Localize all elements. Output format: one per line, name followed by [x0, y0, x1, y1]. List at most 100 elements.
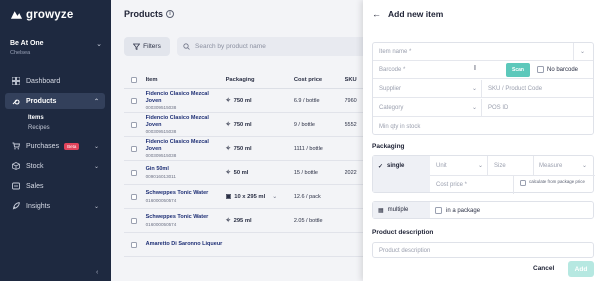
- sku-cell: 7960: [344, 97, 357, 104]
- packaging-multiple-option[interactable]: ▦ multiple in a package: [372, 201, 594, 219]
- cancel-button[interactable]: Cancel: [533, 265, 554, 272]
- cart-icon: [11, 142, 20, 151]
- sku-field[interactable]: SKU / Product Code: [488, 80, 542, 98]
- product-description-field[interactable]: Product description: [372, 242, 594, 258]
- checkbox[interactable]: [435, 207, 442, 214]
- multiple-radio[interactable]: ▦ multiple: [373, 202, 430, 218]
- table-row[interactable]: Fidencio Clasico Mezcal Joven 00030951503…: [124, 113, 364, 137]
- cost-price-cell: 15 / bottle: [293, 169, 318, 176]
- item-name-link[interactable]: Schweppes Tonic Water: [146, 214, 226, 221]
- sidebar-item-purchases[interactable]: Purchases Beta ⌄: [5, 138, 105, 154]
- chevron-down-icon: ⌄: [472, 86, 478, 92]
- sidebar-subitem-items[interactable]: Items: [5, 113, 105, 123]
- no-barcode-checkbox[interactable]: No barcode: [537, 66, 578, 73]
- item-barcode: 000309515038: [145, 105, 177, 110]
- item-name-field[interactable]: Item name * ⌄: [373, 43, 593, 61]
- checkbox[interactable]: [520, 180, 526, 186]
- row-checkbox[interactable]: [131, 145, 137, 152]
- unit-select[interactable]: Unit: [436, 156, 447, 175]
- bottle-icon: ✧: [225, 170, 231, 176]
- row-checkbox[interactable]: [131, 97, 137, 104]
- table-row[interactable]: Schweppes Tonic Water 016000050574 ✧ 295 ml…: [124, 209, 364, 233]
- measure-select[interactable]: Measure: [539, 156, 562, 175]
- drawer-title: Add new item: [388, 9, 444, 19]
- store-selector[interactable]: Be At One Chelsea ⌄: [10, 40, 102, 56]
- chevron-up-icon: ⌃: [93, 98, 99, 105]
- barcode-field[interactable]: Barcode *: [373, 67, 405, 73]
- cost-price-field[interactable]: Cost price *: [436, 175, 467, 194]
- single-radio[interactable]: ✓ single: [373, 156, 430, 192]
- checkbox[interactable]: [537, 66, 544, 73]
- table-row[interactable]: Amaretto Di Saronno Liqueur: [124, 233, 364, 257]
- table-row[interactable]: Fidencio Clasico Mezcal Joven 00030951503…: [124, 89, 364, 113]
- add-button[interactable]: Add: [568, 261, 594, 277]
- supplier-field[interactable]: Supplier: [373, 86, 401, 92]
- scan-button[interactable]: Scan: [506, 63, 530, 77]
- size-field[interactable]: Size: [494, 156, 506, 175]
- category-field[interactable]: Category: [373, 105, 403, 111]
- column-header-packaging[interactable]: Packaging: [226, 77, 294, 83]
- sidebar-item-insights[interactable]: Insights ⌄: [5, 198, 105, 214]
- brand[interactable]: growyze: [10, 9, 73, 21]
- sidebar-item-label: Products: [26, 97, 57, 105]
- sku-cell: 2022: [344, 169, 357, 176]
- item-name-link[interactable]: Schweppes Tonic Water: [146, 190, 226, 197]
- bottle-icon: ✧: [225, 146, 231, 152]
- column-header-cost[interactable]: Cost price: [294, 77, 345, 83]
- chevron-down-icon: ⌄: [96, 41, 102, 48]
- column-header-sku[interactable]: SKU: [345, 77, 365, 83]
- item-barcode: 000309515038: [145, 129, 177, 134]
- chevron-down-icon: ⌄: [580, 49, 586, 55]
- bottle-icon: ✧: [225, 98, 231, 104]
- in-a-package-checkbox[interactable]: in a package: [435, 207, 480, 214]
- select-all-checkbox[interactable]: [131, 77, 137, 83]
- packaging-value: 295 ml: [233, 217, 252, 224]
- table-row[interactable]: Fidencio Clasico Mezcal Joven 00030951503…: [124, 137, 364, 161]
- sidebar-nav: Dashboard Products ⌃ Items Recipes Purch…: [5, 73, 105, 218]
- item-name-link[interactable]: Fidencio Clasico Mezcal Joven: [146, 139, 226, 152]
- row-checkbox[interactable]: [131, 217, 137, 224]
- sidebar-item-sales[interactable]: Sales: [5, 178, 105, 194]
- filters-label: Filters: [143, 43, 161, 50]
- min-qty-field[interactable]: Min qty in stock: [373, 118, 593, 136]
- chevron-down-icon: ⌄: [93, 203, 99, 210]
- store-name: Be At One: [10, 40, 44, 47]
- packaging-value: 50 ml: [233, 169, 249, 176]
- item-name-link[interactable]: Fidencio Clasico Mezcal Joven: [146, 115, 226, 128]
- sidebar: growyze Be At One Chelsea ⌄ Dashboard Pr…: [0, 0, 111, 281]
- products-table: Item Packaging Cost price SKU Fidencio C…: [124, 72, 364, 257]
- filter-icon: [133, 43, 141, 50]
- sidebar-subitem-recipes[interactable]: Recipes: [5, 123, 105, 133]
- packaging-single-option[interactable]: ✓ single Unit ⌄ Size Measure ⌄ Cost pric…: [372, 155, 595, 194]
- item-barcode: 016000050574: [145, 221, 177, 227]
- table-row[interactable]: Schweppes Tonic Water 016000050574 ▣ 10 x 2…: [124, 185, 364, 209]
- beta-badge: Beta: [64, 142, 80, 150]
- search-input[interactable]: Search by product name: [177, 37, 367, 56]
- pos-id-field[interactable]: POS ID: [488, 99, 508, 117]
- collapse-sidebar-icon[interactable]: ‹: [96, 269, 98, 276]
- info-icon[interactable]: i: [166, 10, 175, 18]
- row-checkbox[interactable]: [131, 193, 137, 200]
- page-title-text: Products: [124, 9, 164, 19]
- supplier-sku-row: Supplier ⌄ SKU / Product Code: [373, 80, 593, 98]
- sidebar-item-stock[interactable]: Stock ⌄: [5, 158, 105, 174]
- calculate-from-package-checkbox[interactable]: calculate from package price: [520, 179, 592, 186]
- item-name-link[interactable]: Fidencio Clasico Mezcal Joven: [146, 91, 226, 104]
- row-checkbox[interactable]: [131, 121, 137, 128]
- column-header-item[interactable]: Item: [146, 77, 226, 83]
- row-checkbox[interactable]: [131, 169, 137, 176]
- chevron-down-icon[interactable]: ⌄: [272, 194, 277, 200]
- table-row[interactable]: Gin 50ml 009016013011 ✧ 50 ml 15 / bottle 202…: [124, 161, 364, 185]
- sidebar-item-label: Purchases: [26, 142, 60, 150]
- packaging-value: 750 ml: [233, 121, 252, 128]
- cost-price-cell: 12.6 / pack: [293, 193, 321, 200]
- filters-button[interactable]: Filters: [124, 37, 170, 56]
- item-name-link[interactable]: Gin 50ml: [146, 166, 226, 173]
- row-checkbox[interactable]: [131, 241, 137, 248]
- sidebar-item-dashboard[interactable]: Dashboard: [5, 73, 105, 89]
- bottle-icon: ✓: [378, 164, 384, 170]
- drawer-footer: Cancel Add: [363, 258, 602, 281]
- back-arrow-icon[interactable]: ←: [372, 9, 381, 19]
- item-name-link[interactable]: Amaretto Di Saronno Liqueur: [146, 241, 226, 248]
- sidebar-item-products[interactable]: Products ⌃: [5, 93, 105, 109]
